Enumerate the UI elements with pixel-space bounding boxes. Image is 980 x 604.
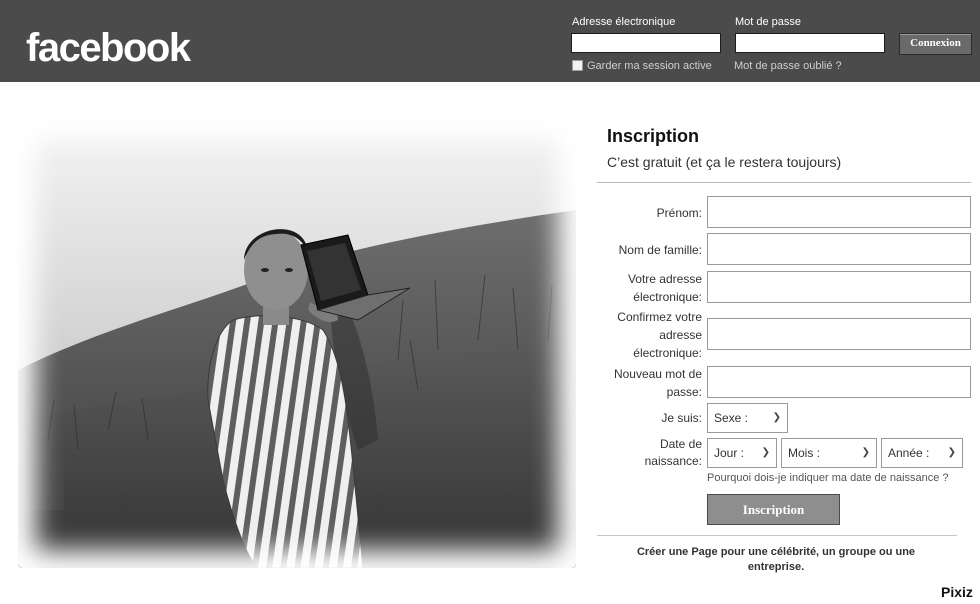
birth-year-select[interactable]: Année : ❯ [881, 438, 963, 468]
pixiz-watermark: Pixiz [941, 584, 973, 600]
top-bar: facebook Adresse électronique Mot de pas… [0, 0, 980, 82]
chevron-down-icon: ❯ [947, 447, 956, 458]
last-name-label: Nom de famille: [618, 243, 702, 257]
create-page-link[interactable]: Créer une Page [637, 546, 718, 558]
email-label-line2: électronique: [633, 290, 702, 304]
confirm-email-label-line3: électronique: [633, 346, 702, 360]
birth-month-select[interactable]: Mois : ❯ [781, 438, 877, 468]
remember-label[interactable]: Garder ma session active [587, 60, 712, 72]
signup-title: Inscription [607, 126, 700, 146]
gender-select-value: Sexe : [714, 411, 749, 425]
birth-day-value: Jour : [714, 446, 745, 460]
confirm-email-label-line1: Confirmez votre [617, 310, 702, 324]
divider [597, 182, 971, 183]
password-label-line2: passe: [666, 385, 702, 399]
birth-year-value: Année : [888, 446, 930, 460]
gender-label: Je suis: [661, 411, 702, 425]
password-label-line1: Nouveau mot de [613, 367, 702, 381]
create-page-rest: pour une célébrité, un groupe ou une ent… [720, 546, 916, 573]
birthdate-why-link[interactable]: Pourquoi dois-je indiquer ma date de nai… [707, 472, 949, 484]
login-button[interactable]: Connexion [899, 33, 972, 55]
new-password-input[interactable] [707, 366, 971, 398]
chevron-down-icon: ❯ [772, 412, 781, 423]
email-input[interactable] [707, 271, 971, 303]
birth-label-line1: Date de [659, 437, 702, 451]
hero-photo [18, 120, 576, 568]
divider [597, 535, 957, 536]
login-email-input[interactable] [571, 33, 721, 53]
password-label: Mot de passe [735, 16, 802, 28]
chevron-down-icon: ❯ [861, 447, 870, 458]
gender-select[interactable]: Sexe : ❯ [707, 403, 788, 433]
email-label: Adresse électronique [572, 16, 676, 28]
signup-subtitle: C’est gratuit (et ça le restera toujours… [607, 154, 842, 170]
birth-month-value: Mois : [788, 446, 821, 460]
chevron-down-icon: ❯ [761, 447, 770, 458]
last-name-input[interactable] [707, 233, 971, 265]
first-name-input[interactable] [707, 196, 971, 228]
email-label-line1: Votre adresse [627, 272, 702, 286]
confirm-email-input[interactable] [707, 318, 971, 350]
forgot-password-link[interactable]: Mot de passe oublié ? [734, 60, 842, 72]
first-name-label: Prénom: [656, 206, 702, 220]
remember-checkbox[interactable] [572, 60, 583, 71]
facebook-logo[interactable]: facebook [26, 24, 191, 72]
create-page-text: Créer une Page pour une célébrité, un gr… [620, 545, 932, 575]
birth-day-select[interactable]: Jour : ❯ [707, 438, 777, 468]
login-password-input[interactable] [735, 33, 885, 53]
confirm-email-label-line2: adresse [659, 328, 702, 342]
signup-button[interactable]: Inscription [707, 494, 840, 525]
birth-label-line2: naissance: [644, 454, 702, 468]
